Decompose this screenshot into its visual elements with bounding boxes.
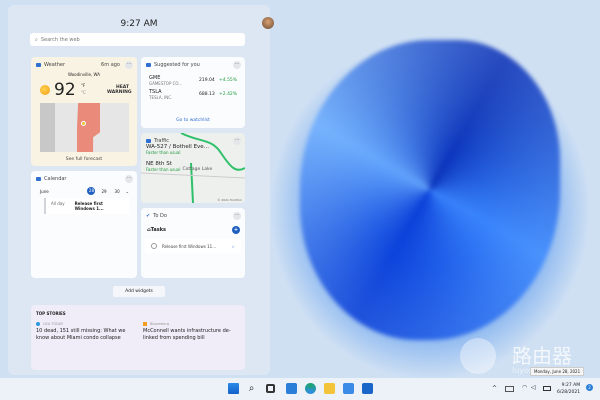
more-icon[interactable]: ···	[233, 61, 241, 69]
calendar-month: June	[40, 188, 49, 194]
calendar-day[interactable]: 29	[101, 189, 106, 194]
full-forecast-link[interactable]: See full forecast	[31, 157, 137, 162]
search-icon[interactable]: ⌕	[246, 383, 257, 394]
usa-today-logo	[36, 322, 40, 326]
add-task-icon[interactable]: +	[232, 226, 240, 234]
weather-temp: 92	[54, 80, 76, 100]
unit-f[interactable]: °F	[81, 83, 85, 88]
stock-row[interactable]: TSLA TESLA, INC. 688.13 +2.42%	[149, 87, 237, 101]
avatar[interactable]	[262, 17, 274, 29]
todo-list-name[interactable]: Tasks	[151, 227, 166, 233]
more-icon[interactable]: ···	[125, 61, 133, 69]
stock-row[interactable]: GME GAMESTOP CO... 219.04 +4.55%	[149, 73, 237, 87]
weather-icon	[36, 63, 41, 67]
story-source: Bloomberg	[150, 322, 170, 326]
watermark-logo	[460, 338, 496, 374]
start-icon[interactable]	[228, 383, 239, 394]
todo-item[interactable]: Release first Windows 11... ☆	[145, 239, 241, 253]
clock-time: 9:27 AM	[561, 383, 581, 388]
volume-icon[interactable]: ◁	[531, 384, 536, 391]
calendar-day[interactable]: 30	[115, 189, 120, 194]
stocks-card[interactable]: Suggested for you ··· GME GAMESTOP CO... 2…	[141, 57, 245, 128]
chart-icon	[146, 63, 151, 67]
event-title: Release first Windows 1...	[74, 201, 104, 211]
checkbox-circle[interactable]	[151, 243, 157, 249]
traffic-status: Faster than usual	[146, 150, 181, 155]
unit-c[interactable]: °C	[81, 90, 86, 95]
clock[interactable]: 9:27 AM 6/28/2021	[557, 382, 580, 396]
calendar-day-selected[interactable]: 28	[87, 187, 96, 195]
search-placeholder: Search the web	[40, 36, 80, 43]
todo-card[interactable]: ✔ To Do ··· ⌂ Tasks + Release first Windows…	[141, 208, 245, 278]
map-credit: © 2021 TomTom	[217, 198, 242, 202]
stock-change: +4.55%	[219, 77, 238, 83]
todo-task: Release first Windows 11...	[162, 243, 217, 249]
notification-badge[interactable]: 2	[586, 384, 593, 391]
map-place: Cottage Lake	[182, 167, 213, 172]
bloomberg-logo	[143, 322, 147, 326]
more-icon[interactable]: ···	[233, 212, 241, 220]
stock-price: 688.13	[199, 91, 215, 97]
clock-date: 6/28/2021	[557, 390, 581, 395]
stock-name: GAMESTOP CO...	[149, 80, 183, 86]
calendar-title: Calendar	[44, 176, 67, 182]
sun-icon	[40, 85, 50, 95]
star-icon[interactable]: ☆	[231, 244, 235, 249]
stock-change: +2.42%	[219, 91, 238, 97]
calendar-event[interactable]: All day Release first Windows 1...	[44, 198, 129, 214]
top-stories-card: TOP STORIES USA TODAY 10 dead, 151 still…	[31, 305, 245, 370]
edge-icon[interactable]	[305, 383, 316, 394]
weather-location: Woodinville, WA	[68, 72, 100, 77]
weather-map[interactable]	[40, 103, 129, 152]
store-icon[interactable]	[343, 383, 354, 394]
event-time: All day	[51, 201, 65, 206]
task-view-icon[interactable]	[266, 384, 275, 393]
check-icon: ✔	[146, 213, 151, 219]
top-stories-title: TOP STORIES	[36, 311, 66, 316]
search-input[interactable]: ⌕ Search the web	[30, 33, 245, 46]
weather-alert[interactable]: HEAT WARNING	[107, 85, 132, 95]
todo-title: To Do	[153, 213, 167, 219]
traffic-card[interactable]: Traffic ··· WA-527 / Bothell Eve... Fast…	[141, 133, 245, 203]
widgets-icon[interactable]	[286, 383, 297, 394]
battery-icon[interactable]	[543, 386, 551, 391]
wallpaper-bloom	[300, 40, 560, 340]
weather-title: Weather	[44, 62, 66, 68]
story-item[interactable]: USA TODAY 10 dead, 151 still missing: Wh…	[31, 322, 138, 342]
calendar-icon	[36, 177, 41, 181]
wifi-icon[interactable]: ◠	[522, 384, 527, 391]
calendar-card[interactable]: Calendar ··· June 28 29 30 ⌄ All day Rel…	[31, 171, 137, 278]
keyboard-icon[interactable]	[505, 386, 514, 392]
story-item[interactable]: Bloomberg McConnell wants infrastructure…	[138, 322, 245, 342]
chevron-down-icon[interactable]: ⌄	[126, 189, 129, 194]
stock-price: 219.04	[199, 77, 215, 83]
story-headline: McConnell wants infrastructure de-linked…	[143, 328, 231, 341]
search-icon: ⌕	[35, 36, 38, 43]
weather-updated: 6m ago	[101, 62, 120, 68]
weather-card[interactable]: Weather 6m ago ··· Woodinville, WA 92 °F …	[31, 57, 137, 166]
tray-chevron-icon[interactable]: ^	[492, 385, 497, 392]
mail-icon[interactable]	[362, 383, 373, 394]
story-source: USA TODAY	[43, 322, 64, 326]
traffic-icon	[146, 139, 151, 143]
watermark-text: 路由器	[512, 344, 572, 368]
more-icon[interactable]: ···	[125, 175, 133, 183]
panel-time: 9:27 AM	[120, 19, 158, 29]
story-headline: 10 dead, 151 still missing: What we know…	[36, 328, 126, 341]
stocks-title: Suggested for you	[154, 62, 200, 68]
date-tooltip: Monday, June 28, 2021	[530, 367, 585, 376]
traffic-status: Faster than usual	[146, 167, 181, 172]
add-widgets-button[interactable]: Add widgets	[113, 286, 165, 297]
watchlist-link[interactable]: Go to watchlist	[141, 118, 245, 123]
file-explorer-icon[interactable]	[324, 383, 335, 394]
stock-name: TESLA, INC.	[149, 94, 173, 100]
